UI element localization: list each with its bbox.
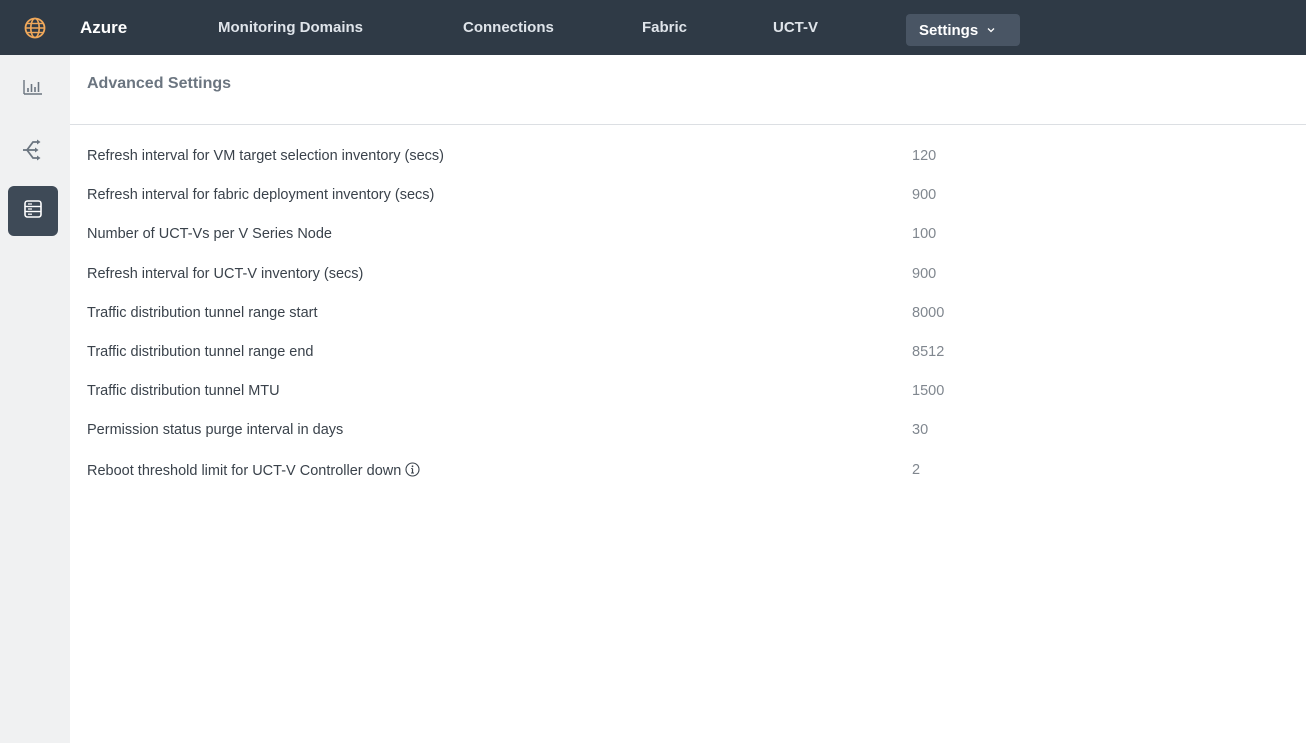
server-icon bbox=[23, 199, 43, 224]
nav-uct-v[interactable]: UCT-V bbox=[773, 19, 818, 36]
settings-row: Reboot threshold limit for UCT-V Control… bbox=[87, 453, 1187, 492]
setting-label-container: Reboot threshold limit for UCT-V Control… bbox=[87, 461, 420, 481]
settings-menu-button[interactable]: Settings bbox=[906, 14, 1020, 46]
settings-row: Traffic distribution tunnel range start … bbox=[87, 296, 1187, 335]
setting-value: 100 bbox=[912, 226, 937, 243]
sidebar-item-network[interactable] bbox=[8, 127, 58, 177]
setting-value: 1500 bbox=[912, 383, 945, 400]
setting-label: Traffic distribution tunnel range start bbox=[87, 304, 318, 321]
setting-value: 8000 bbox=[912, 304, 945, 321]
settings-row: Refresh interval for VM target selection… bbox=[87, 139, 1187, 178]
nav-fabric[interactable]: Fabric bbox=[642, 19, 687, 36]
setting-value: 8512 bbox=[912, 343, 945, 360]
settings-label: Settings bbox=[919, 21, 979, 39]
settings-row: Permission status purge interval in days… bbox=[87, 413, 1187, 452]
page-title: Advanced Settings bbox=[87, 75, 232, 92]
network-icon bbox=[21, 138, 45, 167]
sidebar-item-dashboard[interactable] bbox=[8, 64, 58, 114]
setting-label: Refresh interval for fabric deployment i… bbox=[87, 187, 435, 204]
top-navigation-bar: Azure Monitoring Domains Connections Fab… bbox=[0, 0, 1306, 55]
setting-value: 120 bbox=[912, 148, 937, 164]
chevron-down-icon bbox=[986, 26, 996, 34]
setting-label: Refresh interval for VM target selection… bbox=[87, 148, 444, 164]
setting-label: Reboot threshold limit for UCT-V Control… bbox=[87, 462, 402, 479]
nav-monitoring-domains[interactable]: Monitoring Domains bbox=[218, 19, 363, 36]
settings-row: Refresh interval for fabric deployment i… bbox=[87, 178, 1187, 217]
setting-label: Traffic distribution tunnel MTU bbox=[87, 383, 280, 400]
settings-list: Refresh interval for VM target selection… bbox=[87, 139, 1187, 492]
nav-connections[interactable]: Connections bbox=[463, 19, 554, 36]
bar-chart-icon bbox=[23, 78, 43, 101]
settings-row: Refresh interval for UCT-V inventory (se… bbox=[87, 257, 1187, 296]
setting-value: 2 bbox=[912, 461, 921, 478]
setting-value: 900 bbox=[912, 265, 937, 282]
brand-name[interactable]: Azure bbox=[80, 18, 166, 38]
settings-row: Traffic distribution tunnel MTU 1500 bbox=[87, 374, 1187, 413]
settings-row: Number of UCT-Vs per V Series Node 100 bbox=[87, 217, 1187, 256]
globe-icon[interactable] bbox=[0, 0, 70, 55]
setting-label: Number of UCT-Vs per V Series Node bbox=[87, 226, 332, 243]
setting-value: 30 bbox=[912, 422, 929, 439]
setting-label: Permission status purge interval in days bbox=[87, 422, 344, 439]
info-icon[interactable] bbox=[405, 461, 420, 481]
header-divider bbox=[70, 124, 1306, 125]
setting-label: Refresh interval for UCT-V inventory (se… bbox=[87, 265, 364, 282]
sidebar-item-settings[interactable] bbox=[8, 186, 58, 236]
setting-value: 900 bbox=[912, 187, 937, 204]
left-sidebar bbox=[0, 55, 70, 743]
setting-label: Traffic distribution tunnel range end bbox=[87, 343, 314, 360]
settings-row: Traffic distribution tunnel range end 85… bbox=[87, 335, 1187, 374]
